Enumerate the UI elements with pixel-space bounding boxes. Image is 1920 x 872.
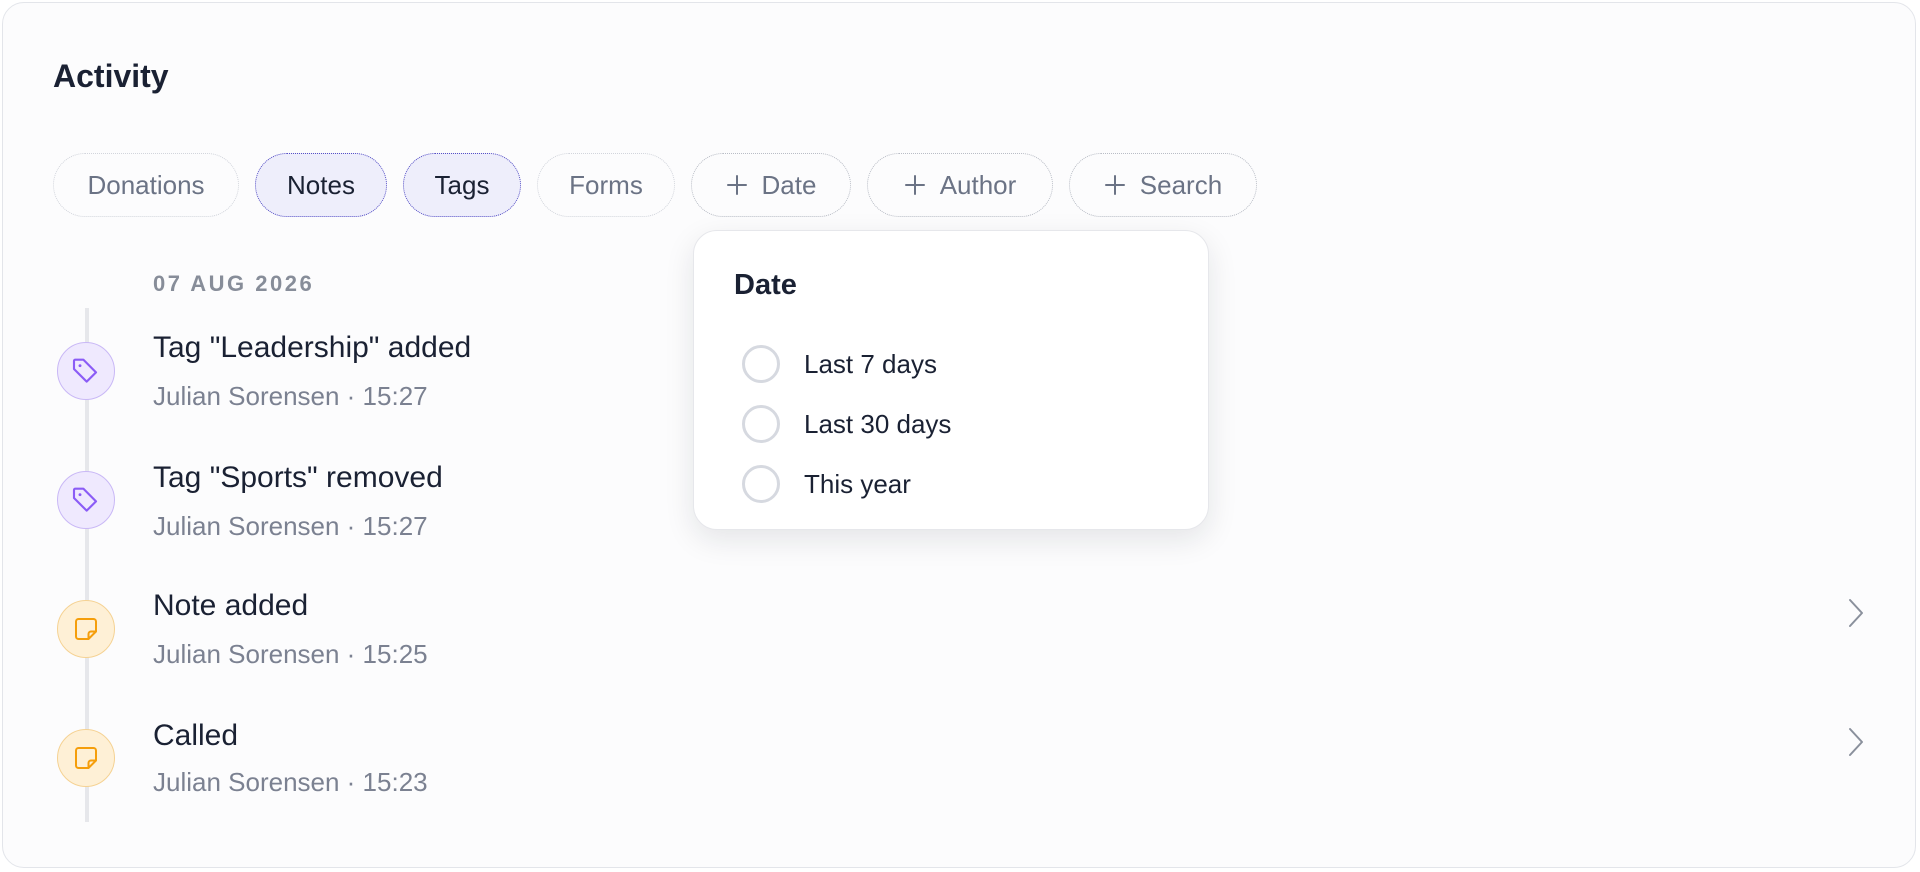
option-label: Last 30 days	[804, 408, 952, 439]
item-title: Tag "Leadership" added	[153, 331, 472, 364]
plus-icon	[1104, 175, 1125, 195]
option-label: Last 7 days	[804, 348, 937, 379]
page-title: Activity	[53, 58, 169, 94]
add-author-filter-button[interactable]: Author	[867, 153, 1053, 217]
chip-label: Forms	[569, 169, 643, 200]
note-icon	[57, 729, 115, 787]
date-option-last-7-days[interactable]: Last 7 days	[742, 343, 937, 385]
chevron-right-icon[interactable]	[1845, 725, 1867, 759]
chip-label: Search	[1139, 169, 1223, 200]
item-title: Note added	[153, 589, 309, 622]
radio-button[interactable]	[742, 405, 780, 443]
chip-label: Tags	[434, 169, 490, 200]
plus-icon	[904, 175, 925, 195]
chevron-right-icon[interactable]	[1845, 596, 1867, 630]
date-filter-popover: Date Last 7 days Last 30 days This year	[693, 230, 1209, 530]
timeline-item[interactable]: Note added Julian Sorensen · 15:25	[3, 581, 1917, 691]
item-title: Tag "Sports" removed	[153, 461, 443, 494]
item-meta: Julian Sorensen · 15:23	[153, 767, 428, 797]
option-label: This year	[804, 468, 911, 499]
filter-chip-donations[interactable]: Donations	[53, 153, 239, 217]
chip-label: Notes	[287, 169, 355, 200]
add-search-filter-button[interactable]: Search	[1069, 153, 1257, 217]
radio-button[interactable]	[742, 345, 780, 383]
filter-chip-tags[interactable]: Tags	[403, 153, 521, 217]
date-option-this-year[interactable]: This year	[742, 463, 911, 505]
activity-card: Activity Donations Notes Tags Forms Date…	[2, 2, 1916, 868]
chip-label: Author	[939, 169, 1017, 200]
filter-chip-forms[interactable]: Forms	[537, 153, 675, 217]
radio-button[interactable]	[742, 465, 780, 503]
note-icon	[57, 600, 115, 658]
add-date-filter-button[interactable]: Date	[691, 153, 851, 217]
timeline-date-heading: 07 AUG 2026	[153, 271, 315, 296]
chip-label: Date	[761, 169, 817, 200]
filter-chip-notes[interactable]: Notes	[255, 153, 387, 217]
item-meta: Julian Sorensen · 15:25	[153, 639, 428, 669]
item-meta: Julian Sorensen · 15:27	[153, 381, 428, 411]
popover-title: Date	[734, 269, 797, 301]
chip-label: Donations	[87, 169, 205, 200]
date-option-last-30-days[interactable]: Last 30 days	[742, 403, 951, 445]
tag-icon	[57, 342, 115, 400]
item-meta: Julian Sorensen · 15:27	[153, 511, 428, 541]
tag-icon	[57, 471, 115, 529]
item-title: Called	[153, 719, 239, 752]
plus-icon	[726, 175, 747, 195]
timeline-item[interactable]: Called Julian Sorensen · 15:23	[3, 709, 1917, 819]
